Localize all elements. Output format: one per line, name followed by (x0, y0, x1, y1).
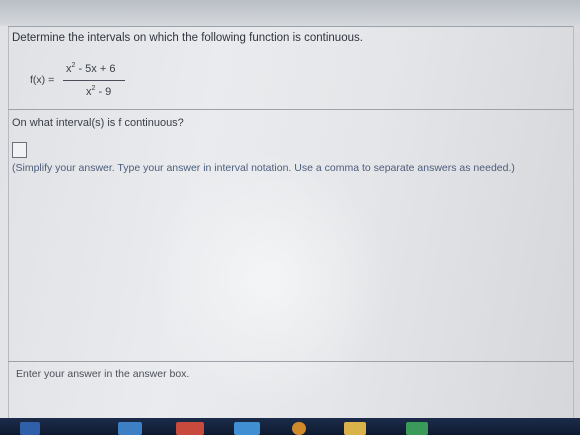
screen: Determine the intervals on which the fol… (0, 0, 580, 435)
function-label: f(x) = (30, 74, 55, 86)
windows-start-icon[interactable] (20, 422, 40, 435)
footer-divider (8, 361, 573, 362)
app-icon-orange[interactable] (292, 422, 306, 435)
denominator-rest: - 9 (95, 86, 112, 98)
question-instruction: Determine the intervals on which the fol… (12, 32, 363, 44)
continuity-question: On what interval(s) is f continuous? (12, 117, 184, 129)
numerator-exponent: 2 (71, 62, 76, 69)
browser-top-bar (0, 0, 580, 26)
answer-input-box[interactable] (12, 142, 27, 158)
footer-message: Enter your answer in the answer box. (16, 368, 190, 380)
app-icon-blue[interactable] (118, 422, 142, 435)
formula-divider (8, 109, 573, 110)
app-icon-green[interactable] (406, 422, 428, 435)
top-divider (8, 26, 573, 27)
numerator-base: x (66, 63, 72, 75)
answer-hint: (Simplify your answer. Type your answer … (12, 162, 515, 174)
denominator-exponent: 2 (91, 85, 96, 92)
folder-icon[interactable] (344, 422, 366, 435)
denominator-base: x (86, 86, 92, 98)
app-icon-blue-2[interactable] (234, 422, 260, 435)
numerator-rest: - 5x + 6 (75, 63, 116, 75)
fraction-denominator: x2 - 9 (86, 85, 112, 98)
windows-taskbar (0, 418, 580, 435)
fraction-bar (63, 80, 125, 81)
fraction-numerator: x2 - 5x + 6 (66, 62, 116, 75)
app-icon-red[interactable] (176, 422, 204, 435)
